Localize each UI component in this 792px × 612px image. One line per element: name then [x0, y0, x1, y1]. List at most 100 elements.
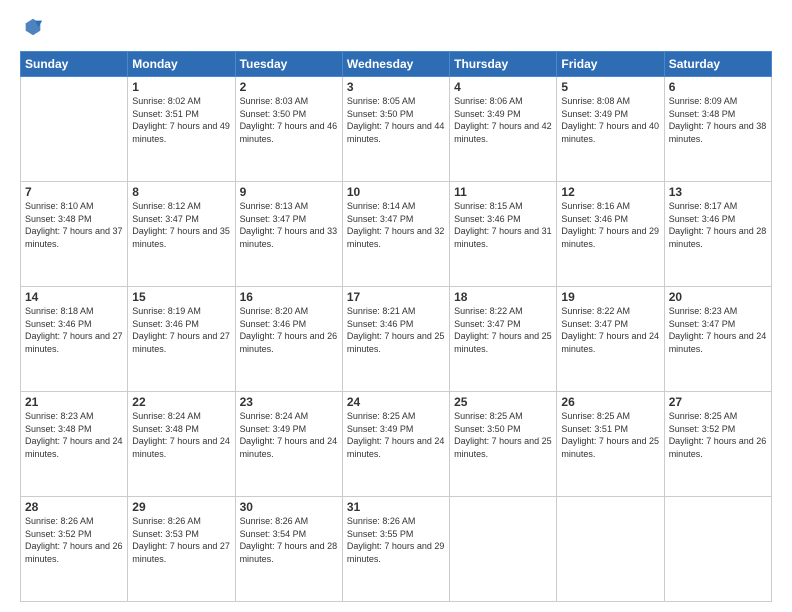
day-number: 28 [25, 500, 123, 514]
calendar-cell [664, 497, 771, 602]
cell-info: Sunrise: 8:19 AMSunset: 3:46 PMDaylight:… [132, 305, 230, 355]
cell-info: Sunrise: 8:18 AMSunset: 3:46 PMDaylight:… [25, 305, 123, 355]
calendar-cell: 2Sunrise: 8:03 AMSunset: 3:50 PMDaylight… [235, 77, 342, 182]
cell-info: Sunrise: 8:14 AMSunset: 3:47 PMDaylight:… [347, 200, 445, 250]
cell-info: Sunrise: 8:22 AMSunset: 3:47 PMDaylight:… [561, 305, 659, 355]
calendar-cell: 18Sunrise: 8:22 AMSunset: 3:47 PMDayligh… [450, 287, 557, 392]
day-number: 14 [25, 290, 123, 304]
header [20, 16, 772, 43]
cell-info: Sunrise: 8:16 AMSunset: 3:46 PMDaylight:… [561, 200, 659, 250]
cell-info: Sunrise: 8:23 AMSunset: 3:47 PMDaylight:… [669, 305, 767, 355]
calendar-cell: 3Sunrise: 8:05 AMSunset: 3:50 PMDaylight… [342, 77, 449, 182]
calendar-table: SundayMondayTuesdayWednesdayThursdayFrid… [20, 51, 772, 602]
day-number: 9 [240, 185, 338, 199]
calendar-cell: 25Sunrise: 8:25 AMSunset: 3:50 PMDayligh… [450, 392, 557, 497]
cell-info: Sunrise: 8:24 AMSunset: 3:49 PMDaylight:… [240, 410, 338, 460]
cell-info: Sunrise: 8:08 AMSunset: 3:49 PMDaylight:… [561, 95, 659, 145]
calendar-cell: 7Sunrise: 8:10 AMSunset: 3:48 PMDaylight… [21, 182, 128, 287]
calendar-weekday-header: Saturday [664, 52, 771, 77]
day-number: 7 [25, 185, 123, 199]
day-number: 21 [25, 395, 123, 409]
day-number: 15 [132, 290, 230, 304]
calendar-weekday-header: Thursday [450, 52, 557, 77]
calendar-weekday-header: Sunday [21, 52, 128, 77]
day-number: 24 [347, 395, 445, 409]
day-number: 17 [347, 290, 445, 304]
day-number: 12 [561, 185, 659, 199]
cell-info: Sunrise: 8:09 AMSunset: 3:48 PMDaylight:… [669, 95, 767, 145]
calendar-cell: 28Sunrise: 8:26 AMSunset: 3:52 PMDayligh… [21, 497, 128, 602]
cell-info: Sunrise: 8:25 AMSunset: 3:50 PMDaylight:… [454, 410, 552, 460]
day-number: 3 [347, 80, 445, 94]
calendar-cell [557, 497, 664, 602]
cell-info: Sunrise: 8:26 AMSunset: 3:55 PMDaylight:… [347, 515, 445, 565]
cell-info: Sunrise: 8:26 AMSunset: 3:53 PMDaylight:… [132, 515, 230, 565]
cell-info: Sunrise: 8:02 AMSunset: 3:51 PMDaylight:… [132, 95, 230, 145]
calendar-header-row: SundayMondayTuesdayWednesdayThursdayFrid… [21, 52, 772, 77]
calendar-cell: 16Sunrise: 8:20 AMSunset: 3:46 PMDayligh… [235, 287, 342, 392]
calendar-week-row: 14Sunrise: 8:18 AMSunset: 3:46 PMDayligh… [21, 287, 772, 392]
logo [20, 16, 44, 43]
day-number: 2 [240, 80, 338, 94]
day-number: 29 [132, 500, 230, 514]
calendar-cell: 31Sunrise: 8:26 AMSunset: 3:55 PMDayligh… [342, 497, 449, 602]
cell-info: Sunrise: 8:06 AMSunset: 3:49 PMDaylight:… [454, 95, 552, 145]
calendar-cell: 15Sunrise: 8:19 AMSunset: 3:46 PMDayligh… [128, 287, 235, 392]
cell-info: Sunrise: 8:26 AMSunset: 3:52 PMDaylight:… [25, 515, 123, 565]
calendar-cell: 27Sunrise: 8:25 AMSunset: 3:52 PMDayligh… [664, 392, 771, 497]
calendar-cell: 6Sunrise: 8:09 AMSunset: 3:48 PMDaylight… [664, 77, 771, 182]
cell-info: Sunrise: 8:25 AMSunset: 3:49 PMDaylight:… [347, 410, 445, 460]
day-number: 18 [454, 290, 552, 304]
day-number: 31 [347, 500, 445, 514]
day-number: 8 [132, 185, 230, 199]
calendar-cell: 17Sunrise: 8:21 AMSunset: 3:46 PMDayligh… [342, 287, 449, 392]
day-number: 1 [132, 80, 230, 94]
page: SundayMondayTuesdayWednesdayThursdayFrid… [0, 0, 792, 612]
day-number: 26 [561, 395, 659, 409]
day-number: 27 [669, 395, 767, 409]
cell-info: Sunrise: 8:22 AMSunset: 3:47 PMDaylight:… [454, 305, 552, 355]
day-number: 6 [669, 80, 767, 94]
calendar-weekday-header: Wednesday [342, 52, 449, 77]
calendar-weekday-header: Friday [557, 52, 664, 77]
calendar-body: 1Sunrise: 8:02 AMSunset: 3:51 PMDaylight… [21, 77, 772, 602]
cell-info: Sunrise: 8:25 AMSunset: 3:52 PMDaylight:… [669, 410, 767, 460]
cell-info: Sunrise: 8:12 AMSunset: 3:47 PMDaylight:… [132, 200, 230, 250]
cell-info: Sunrise: 8:03 AMSunset: 3:50 PMDaylight:… [240, 95, 338, 145]
day-number: 25 [454, 395, 552, 409]
day-number: 20 [669, 290, 767, 304]
cell-info: Sunrise: 8:20 AMSunset: 3:46 PMDaylight:… [240, 305, 338, 355]
calendar-cell: 12Sunrise: 8:16 AMSunset: 3:46 PMDayligh… [557, 182, 664, 287]
calendar-cell: 13Sunrise: 8:17 AMSunset: 3:46 PMDayligh… [664, 182, 771, 287]
calendar-cell: 23Sunrise: 8:24 AMSunset: 3:49 PMDayligh… [235, 392, 342, 497]
calendar-cell: 8Sunrise: 8:12 AMSunset: 3:47 PMDaylight… [128, 182, 235, 287]
calendar-cell [450, 497, 557, 602]
logo-icon [22, 16, 44, 38]
cell-info: Sunrise: 8:23 AMSunset: 3:48 PMDaylight:… [25, 410, 123, 460]
cell-info: Sunrise: 8:24 AMSunset: 3:48 PMDaylight:… [132, 410, 230, 460]
calendar-cell: 11Sunrise: 8:15 AMSunset: 3:46 PMDayligh… [450, 182, 557, 287]
cell-info: Sunrise: 8:17 AMSunset: 3:46 PMDaylight:… [669, 200, 767, 250]
calendar-cell: 30Sunrise: 8:26 AMSunset: 3:54 PMDayligh… [235, 497, 342, 602]
calendar-cell: 19Sunrise: 8:22 AMSunset: 3:47 PMDayligh… [557, 287, 664, 392]
cell-info: Sunrise: 8:21 AMSunset: 3:46 PMDaylight:… [347, 305, 445, 355]
day-number: 10 [347, 185, 445, 199]
day-number: 11 [454, 185, 552, 199]
cell-info: Sunrise: 8:26 AMSunset: 3:54 PMDaylight:… [240, 515, 338, 565]
calendar-cell: 21Sunrise: 8:23 AMSunset: 3:48 PMDayligh… [21, 392, 128, 497]
cell-info: Sunrise: 8:25 AMSunset: 3:51 PMDaylight:… [561, 410, 659, 460]
calendar-cell: 10Sunrise: 8:14 AMSunset: 3:47 PMDayligh… [342, 182, 449, 287]
day-number: 16 [240, 290, 338, 304]
calendar-cell: 5Sunrise: 8:08 AMSunset: 3:49 PMDaylight… [557, 77, 664, 182]
day-number: 23 [240, 395, 338, 409]
calendar-cell: 22Sunrise: 8:24 AMSunset: 3:48 PMDayligh… [128, 392, 235, 497]
calendar-week-row: 1Sunrise: 8:02 AMSunset: 3:51 PMDaylight… [21, 77, 772, 182]
calendar-cell: 9Sunrise: 8:13 AMSunset: 3:47 PMDaylight… [235, 182, 342, 287]
calendar-cell: 26Sunrise: 8:25 AMSunset: 3:51 PMDayligh… [557, 392, 664, 497]
cell-info: Sunrise: 8:15 AMSunset: 3:46 PMDaylight:… [454, 200, 552, 250]
day-number: 4 [454, 80, 552, 94]
day-number: 13 [669, 185, 767, 199]
cell-info: Sunrise: 8:10 AMSunset: 3:48 PMDaylight:… [25, 200, 123, 250]
cell-info: Sunrise: 8:13 AMSunset: 3:47 PMDaylight:… [240, 200, 338, 250]
calendar-cell: 20Sunrise: 8:23 AMSunset: 3:47 PMDayligh… [664, 287, 771, 392]
